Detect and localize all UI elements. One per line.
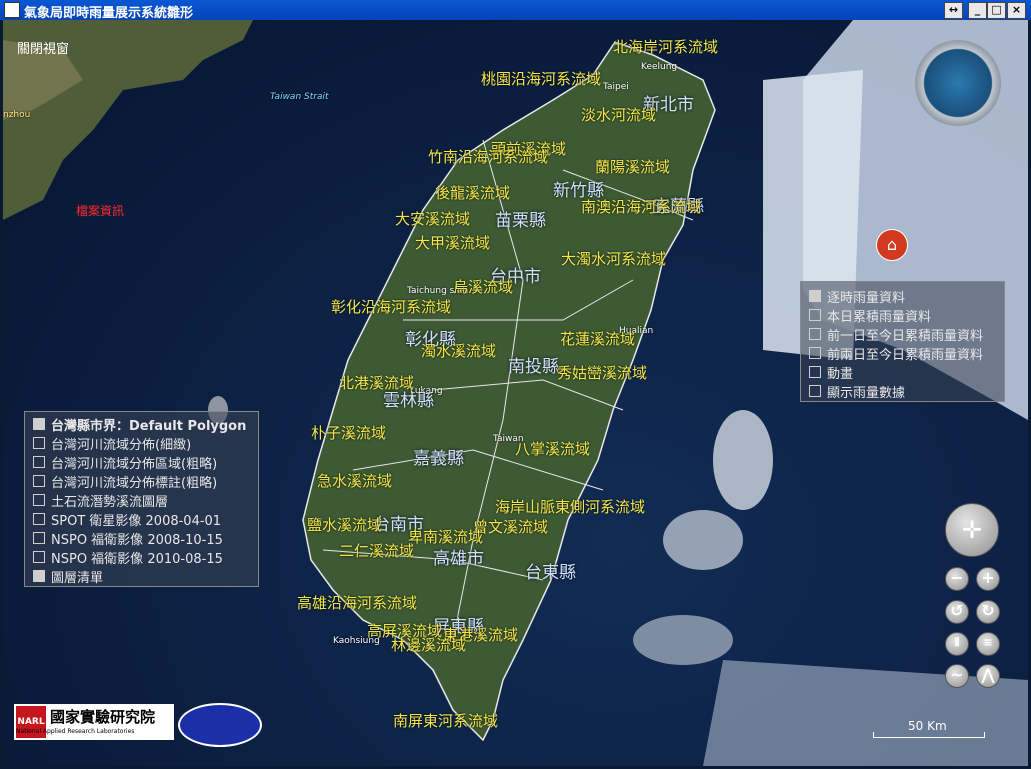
basin-label: 鹽水溪流域: [307, 516, 383, 534]
rain-option-checkbox[interactable]: [809, 309, 821, 321]
layer-option[interactable]: SPOT 衛星影像 2008-04-01: [25, 509, 258, 529]
basin-label: 海岸山脈東側河系流域: [495, 498, 646, 516]
window-title: 氣象局即時雨量展示系統雛形: [24, 6, 194, 21]
restore-icon[interactable]: ↔: [944, 2, 963, 19]
rain-option[interactable]: 本日累積雨量資料: [801, 305, 1004, 325]
logo-org-en: National Applied Research Laboratories: [16, 728, 135, 735]
layer-checkbox[interactable]: [33, 437, 45, 449]
layer-option[interactable]: 台灣河川流域分佈區域(粗略): [25, 452, 258, 472]
layer-option[interactable]: 台灣縣市界：Default Polygon: [25, 414, 258, 434]
scale-label: 50 Km: [908, 719, 947, 733]
minimize-button[interactable]: _: [968, 2, 987, 19]
layer-option[interactable]: 圖層清單: [25, 566, 258, 586]
compass-icon[interactable]: [915, 40, 1001, 126]
basin-label: 花蓮溪流域: [560, 330, 636, 348]
basin-label: 大安溪流域: [395, 210, 471, 228]
home-icon[interactable]: ⌂: [876, 229, 908, 261]
terrain-icon[interactable]: ⋀: [976, 664, 1000, 688]
rain-option-checkbox[interactable]: [809, 347, 821, 359]
basin-label: 蘭陽溪流域: [595, 158, 671, 176]
layer-checkbox[interactable]: [33, 532, 45, 544]
zhou-label: nzhou: [3, 110, 31, 120]
basin-label: 八掌溪流域: [515, 440, 591, 458]
scale-bar: [873, 732, 985, 738]
pan-icon[interactable]: ✛: [945, 503, 999, 557]
window-titlebar: 氣象局即時雨量展示系統雛形 ↔ _ □ ×: [0, 0, 1031, 21]
county-label: 嘉義縣: [413, 449, 464, 469]
city-label: Taipei: [603, 82, 629, 92]
layer-checkbox[interactable]: [33, 513, 45, 525]
app-icon: [4, 2, 20, 18]
close-view-button[interactable]: 關閉視窗: [17, 38, 69, 57]
basin-label: 桃園沿海河系流域: [481, 70, 602, 88]
layer-list-panel: 台灣縣市界：Default Polygon 台灣河川流域分佈(細緻) 台灣河川流…: [24, 411, 259, 587]
basin-label: 大甲溪流域: [415, 234, 491, 252]
cwb-logo: [178, 703, 262, 747]
rain-option[interactable]: 前兩日至今日累積雨量資料: [801, 343, 1004, 363]
layer-option[interactable]: 土石流潛勢溪流圖層: [25, 490, 258, 510]
basin-label: 濁水溪流域: [421, 342, 497, 360]
maximize-button[interactable]: □: [987, 2, 1006, 19]
basin-label: 秀姑巒溪流域: [557, 364, 648, 382]
close-button[interactable]: ×: [1007, 2, 1026, 19]
layer-option[interactable]: 台灣河川流域分佈(細緻): [25, 433, 258, 453]
tilt-up-icon[interactable]: ⦀: [945, 632, 969, 656]
layer-option[interactable]: 台灣河川流域分佈標註(粗略): [25, 471, 258, 491]
county-label: 台東縣: [525, 563, 576, 583]
basin-label: 高雄沿海河系流域: [297, 594, 418, 612]
basin-label: 南澳沿海河系流域: [581, 198, 702, 216]
basin-label: 卑南溪流域: [408, 528, 484, 546]
narl-logo: NARL 國家實驗研究院 National Applied Research L…: [14, 704, 174, 740]
basin-label: 竹南沿海河系流域: [428, 148, 549, 166]
layer-checkbox[interactable]: [33, 456, 45, 468]
rain-option-checkbox[interactable]: [809, 366, 821, 378]
basin-label: 曾文溪流域: [473, 518, 549, 536]
exaggeration-icon[interactable]: ∼: [945, 664, 969, 688]
taiwan-strait-label: Taiwan Strait: [270, 92, 329, 102]
county-label: 苗栗縣: [495, 211, 546, 231]
layer-checkbox[interactable]: [33, 418, 45, 430]
county-label: 南投縣: [508, 357, 559, 377]
basin-label: 北海岸河系流域: [613, 38, 719, 56]
layer-checkbox[interactable]: [33, 570, 45, 582]
rain-option-checkbox[interactable]: [809, 290, 821, 302]
tilt-down-icon[interactable]: ≡: [976, 632, 1000, 656]
rain-option[interactable]: 前一日至今日累積雨量資料: [801, 324, 1004, 344]
rain-data-panel: 逐時雨量資料 本日累積雨量資料 前一日至今日累積雨量資料 前兩日至今日累積雨量資…: [800, 281, 1005, 402]
layer-checkbox[interactable]: [33, 494, 45, 506]
county-label: 高雄市: [433, 549, 484, 569]
rain-option-checkbox[interactable]: [809, 385, 821, 397]
basin-label: 二仁溪流域: [339, 542, 415, 560]
basin-label: 朴子溪流域: [311, 424, 387, 442]
logo-org-name: 國家實驗研究院: [50, 708, 156, 726]
basin-label: 大濁水河系流域: [561, 250, 667, 268]
layer-option[interactable]: NSPO 福衛影像 2008-10-15: [25, 528, 258, 548]
basin-label: 林邊溪流域: [391, 636, 467, 654]
basin-label: 淡水河流域: [581, 106, 657, 124]
basin-label: 烏溪流域: [453, 278, 514, 296]
zoom-in-icon[interactable]: +: [976, 567, 1000, 591]
city-label: Keelung: [641, 62, 678, 72]
layer-checkbox[interactable]: [33, 551, 45, 563]
globe-map-view[interactable]: Taiwan Strait nzhou 關閉視窗 檔案資訊 Keelung Ta…: [3, 20, 1028, 766]
file-info-link[interactable]: 檔案資訊: [76, 202, 124, 219]
rain-option[interactable]: 逐時雨量資料: [801, 286, 1004, 306]
rain-option[interactable]: 顯示雨量數據: [801, 381, 1004, 401]
basin-label: 急水溪流域: [317, 472, 393, 490]
layer-checkbox[interactable]: [33, 475, 45, 487]
rotate-right-icon[interactable]: ↻: [976, 600, 1000, 624]
rotate-left-icon[interactable]: ↺: [945, 600, 969, 624]
rain-option[interactable]: 動畫: [801, 362, 1004, 382]
basin-label: 北港溪流域: [339, 374, 415, 392]
rain-option-checkbox[interactable]: [809, 328, 821, 340]
zoom-out-icon[interactable]: −: [945, 567, 969, 591]
layer-option[interactable]: NSPO 福衛影像 2010-08-15: [25, 547, 258, 567]
basin-label: 後龍溪流域: [435, 184, 511, 202]
basin-label: 彰化沿海河系流域: [331, 298, 452, 316]
basin-label: 南屏東河系流域: [393, 712, 499, 730]
